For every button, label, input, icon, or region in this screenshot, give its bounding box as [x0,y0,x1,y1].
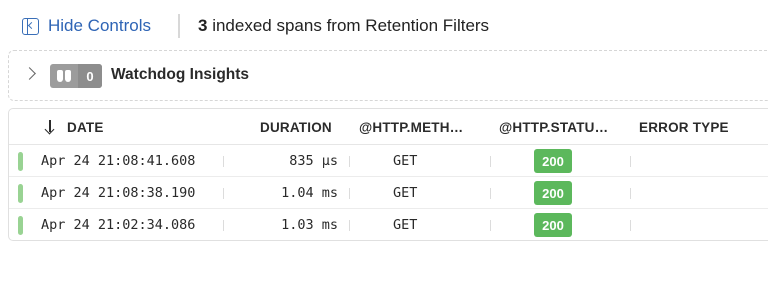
span-count-number: 3 [198,16,208,35]
cell-http-method: GET [393,217,418,233]
status-badge: 200 [534,149,572,173]
hide-controls-label: Hide Controls [48,16,151,35]
cell-http-method: GET [393,153,418,169]
status-badge: 200 [534,213,572,237]
row-status-indicator [18,184,23,203]
cell-divider [349,220,350,231]
table-header: DATE DURATION @HTTP.METH… @HTTP.STATU… E… [9,109,768,145]
cell-divider [223,220,224,231]
divider [178,14,180,38]
cell-divider [630,188,631,199]
chevron-right-icon[interactable] [23,67,36,80]
column-header-http-method[interactable]: @HTTP.METH… [359,120,463,135]
watchdog-insights-panel: 0 Watchdog Insights [8,50,768,101]
span-count-text: 3 indexed spans from Retention Filters [198,16,489,36]
cell-divider [223,188,224,199]
column-header-duration[interactable]: DURATION [260,120,332,135]
column-header-date[interactable]: DATE [67,120,104,135]
insights-count-badge: 0 [50,64,102,88]
cell-divider [490,156,491,167]
spans-table: DATE DURATION @HTTP.METH… @HTTP.STATU… E… [8,108,768,241]
row-status-indicator [18,152,23,171]
cell-divider [223,156,224,167]
collapse-panel-icon [22,17,39,35]
cell-duration: 835 µs [289,153,338,169]
table-row[interactable]: Apr 24 21:02:34.086 1.03 ms GET 200 [9,209,768,240]
cell-duration: 1.03 ms [281,217,338,233]
cell-divider [490,188,491,199]
watchdog-insights-title[interactable]: Watchdog Insights [111,66,249,84]
span-count-description: indexed spans from Retention Filters [212,16,490,35]
row-status-indicator [18,216,23,235]
cell-divider [630,220,631,231]
table-row[interactable]: Apr 24 21:08:41.608 835 µs GET 200 [9,145,768,177]
insights-count: 0 [78,64,102,88]
cell-divider [349,156,350,167]
hide-controls-button[interactable]: Hide Controls [22,14,151,38]
cell-divider [349,188,350,199]
column-header-error-type[interactable]: ERROR TYPE [639,120,729,135]
cell-divider [490,220,491,231]
cell-date: Apr 24 21:08:38.190 [41,185,196,201]
cell-duration: 1.04 ms [281,185,338,201]
cell-http-method: GET [393,185,418,201]
status-badge: 200 [534,181,572,205]
cell-date: Apr 24 21:02:34.086 [41,217,196,233]
top-bar: Hide Controls 3 indexed spans from Reten… [0,0,768,50]
sort-descending-icon[interactable] [45,119,55,135]
cell-date: Apr 24 21:08:41.608 [41,153,196,169]
cell-divider [630,156,631,167]
column-header-http-status[interactable]: @HTTP.STATU… [499,120,608,135]
table-row[interactable]: Apr 24 21:08:38.190 1.04 ms GET 200 [9,177,768,209]
binoculars-icon [50,64,78,88]
